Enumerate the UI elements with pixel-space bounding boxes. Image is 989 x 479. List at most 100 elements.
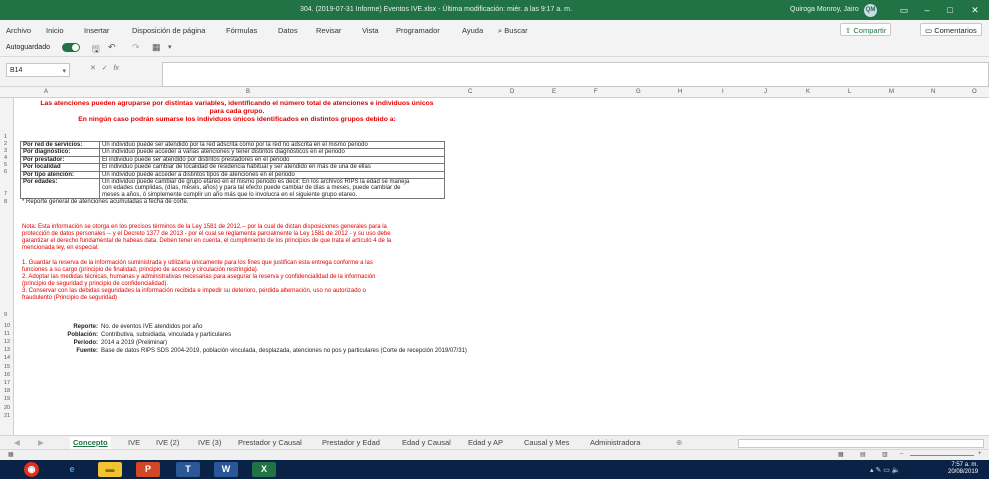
tab-prestador-y-causal[interactable]: Prestador y Causal <box>238 438 302 447</box>
customize-qat-icon[interactable]: ▾ <box>168 43 172 51</box>
formula-input[interactable] <box>162 62 989 87</box>
close-icon[interactable]: ✕ <box>968 4 982 16</box>
row-header[interactable]: 1 <box>4 134 7 140</box>
tab-concepto[interactable]: Concepto <box>70 437 111 449</box>
file-explorer-icon[interactable]: ▬ <box>98 462 122 477</box>
tab-edad-y-causal[interactable]: Edad y Causal <box>402 438 451 447</box>
menu-programador[interactable]: Programador <box>396 26 440 35</box>
name-box[interactable]: B14 ▾ <box>6 63 70 77</box>
row-header[interactable]: 16 <box>4 372 10 378</box>
menu-vista[interactable]: Vista <box>362 26 379 35</box>
column-header[interactable]: L <box>848 89 851 95</box>
menu-inicio[interactable]: Inicio <box>46 26 64 35</box>
column-header[interactable]: M <box>889 89 894 95</box>
column-header[interactable]: N <box>931 89 935 95</box>
user-name[interactable]: Quiroga Monroy, Jairo <box>790 6 859 13</box>
zoom-slider[interactable] <box>910 455 974 456</box>
menu-disposicion[interactable]: Disposición de página <box>132 26 205 35</box>
row-header[interactable]: 17 <box>4 380 10 386</box>
row-header[interactable]: 4 <box>4 155 7 161</box>
autosave-toggle[interactable] <box>62 43 80 52</box>
menu-revisar[interactable]: Revisar <box>316 26 341 35</box>
column-header[interactable]: J <box>764 89 767 95</box>
menu-archivo[interactable]: Archivo <box>6 26 31 35</box>
column-header[interactable]: D <box>510 89 514 95</box>
column-header[interactable]: E <box>552 89 556 95</box>
enter-icon[interactable]: ✓ <box>102 65 108 72</box>
minimize-icon[interactable]: – <box>920 4 934 16</box>
column-header[interactable]: O <box>972 89 977 95</box>
tab-ive-2[interactable]: IVE (2) <box>156 438 179 447</box>
page-break-icon[interactable]: ▥ <box>882 451 888 458</box>
normal-view-icon[interactable]: ▦ <box>838 451 844 458</box>
system-tray-icons[interactable]: ▴ ✎ ▭ 🔈 <box>870 466 901 474</box>
tab-ive[interactable]: IVE <box>128 438 140 447</box>
edge-browser-icon[interactable]: e <box>60 462 84 477</box>
format-painter-icon[interactable]: ▦ <box>152 42 161 53</box>
column-header[interactable]: I <box>722 89 724 95</box>
row-header[interactable]: 5 <box>4 162 7 168</box>
column-header[interactable]: B <box>246 89 250 95</box>
comments-button[interactable]: ▭ Comentarios <box>920 23 982 36</box>
search-box[interactable]: ⌕ Buscar <box>498 26 528 36</box>
excel-icon[interactable]: X <box>252 462 276 477</box>
row-header[interactable]: 18 <box>4 388 10 394</box>
page-layout-icon[interactable]: ▤ <box>860 451 866 458</box>
clock[interactable]: 7:57 a. m. 20/08/2019 <box>948 462 978 476</box>
row-header[interactable]: 9 <box>4 312 7 318</box>
word-icon[interactable]: W <box>214 462 238 477</box>
row-header[interactable]: 11 <box>4 331 10 337</box>
menu-formulas[interactable]: Fórmulas <box>226 26 257 35</box>
maximize-icon[interactable]: □ <box>943 4 957 16</box>
next-sheet-icon[interactable]: ▶ <box>38 438 44 447</box>
share-button[interactable]: ⇧ Compartir <box>840 23 892 36</box>
powerpoint-icon[interactable]: P <box>136 462 160 477</box>
prev-sheet-icon[interactable]: ◀ <box>14 438 20 447</box>
zoom-out-icon[interactable]: – <box>900 451 903 457</box>
row-header[interactable]: 6 <box>4 169 7 175</box>
ribbon-display-icon[interactable]: ▭ <box>897 4 911 16</box>
function-icon[interactable]: fx <box>113 65 118 72</box>
row-header[interactable]: 10 <box>4 323 10 329</box>
row-header[interactable]: 8 <box>4 199 7 205</box>
row-header[interactable]: 13 <box>4 347 10 353</box>
column-header[interactable]: F <box>594 89 598 95</box>
menu-datos[interactable]: Datos <box>278 26 298 35</box>
name-box-dropdown-icon[interactable]: ▾ <box>62 67 66 75</box>
tab-edad-y-ap[interactable]: Edad y AP <box>468 438 503 447</box>
column-header[interactable]: H <box>678 89 682 95</box>
row-header[interactable]: 20 <box>4 405 10 411</box>
row-header[interactable]: 19 <box>4 396 10 402</box>
add-sheet-icon[interactable]: ⊕ <box>676 438 682 447</box>
undo-icon[interactable]: ↶ <box>108 42 116 53</box>
menu-ayuda[interactable]: Ayuda <box>462 26 483 35</box>
start-menu-icon[interactable]: ◉ <box>24 462 39 477</box>
row-header[interactable]: 14 <box>4 355 10 361</box>
column-header[interactable]: A <box>44 89 48 95</box>
column-header[interactable]: G <box>636 89 641 95</box>
tab-prestador-y-edad[interactable]: Prestador y Edad <box>322 438 380 447</box>
row-header[interactable]: 2 <box>4 141 7 147</box>
row-header[interactable]: 7 <box>4 191 7 197</box>
horizontal-scrollbar[interactable] <box>738 439 984 448</box>
row-header[interactable]: 15 <box>4 364 10 370</box>
worksheet-grid[interactable]: Las atenciones pueden agruparse por dist… <box>14 98 989 435</box>
save-icon[interactable]: 🖫 <box>92 42 100 58</box>
heading-line: En ningún caso podrán sumarse los indivi… <box>78 116 396 123</box>
teams-icon[interactable]: T <box>176 462 200 477</box>
tab-causal-y-mes[interactable]: Causal y Mes <box>524 438 569 447</box>
column-header[interactable]: C <box>468 89 472 95</box>
cancel-icon[interactable]: ✕ <box>90 65 96 72</box>
redo-icon[interactable]: ↷ <box>132 42 140 53</box>
macro-record-icon[interactable]: ▦ <box>8 451 14 458</box>
zoom-in-icon[interactable]: + <box>978 451 982 457</box>
table-row: Por tipo atención: Un individuo puede ac… <box>20 170 445 180</box>
row-header[interactable]: 21 <box>4 413 10 419</box>
menu-insertar[interactable]: Insertar <box>84 26 109 35</box>
tab-ive-3[interactable]: IVE (3) <box>198 438 221 447</box>
column-header[interactable]: K <box>806 89 810 95</box>
tab-administradora[interactable]: Administradora <box>590 438 640 447</box>
avatar[interactable]: QM <box>864 4 877 17</box>
row-header[interactable]: 3 <box>4 148 7 154</box>
row-header[interactable]: 12 <box>4 339 10 345</box>
